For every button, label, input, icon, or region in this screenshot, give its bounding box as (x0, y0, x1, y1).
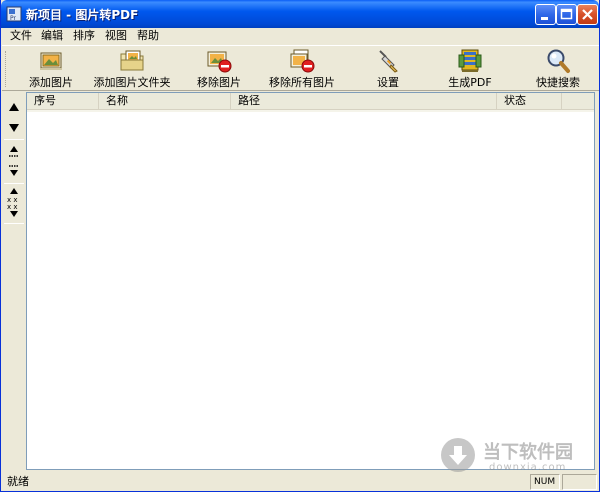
add-image-button[interactable]: 添加图片 (20, 48, 82, 90)
image-list[interactable]: 序号 名称 路径 状态 (26, 92, 595, 470)
menu-bar: 文件 编辑 排序 视图 帮助 (2, 28, 599, 45)
remove-all-label: 移除所有图片 (269, 76, 335, 89)
add-folder-button[interactable]: 添加图片文件夹 (88, 48, 176, 90)
title-bar[interactable]: Pr 新项目 - 图片转PDF (1, 0, 599, 28)
menu-help[interactable]: 帮助 (135, 29, 161, 43)
column-status[interactable]: 状态 (497, 93, 562, 109)
toolbar-grip[interactable] (5, 51, 8, 87)
generate-pdf-button[interactable]: 生成PDF (442, 48, 498, 90)
svg-text:x x: x x (7, 203, 18, 211)
remove-all-icon (290, 49, 315, 73)
move-down-icon[interactable] (4, 117, 24, 137)
side-separator (4, 139, 24, 140)
minimize-button[interactable] (535, 4, 556, 25)
menu-sort[interactable]: 排序 (71, 29, 97, 43)
watermark-title: 当下软件园 (483, 442, 573, 463)
settings-button[interactable]: 设置 (364, 48, 412, 90)
status-text: 就绪 (7, 475, 29, 488)
status-pane-empty (562, 474, 597, 490)
remove-image-label: 移除图片 (197, 76, 241, 89)
side-separator (4, 223, 24, 224)
menu-edit[interactable]: 编辑 (39, 29, 65, 43)
minimize-icon (541, 17, 548, 20)
maximize-button[interactable] (556, 4, 577, 25)
remove-image-icon (207, 51, 232, 73)
side-separator (4, 183, 24, 184)
move-bottom-icon[interactable] (4, 160, 24, 180)
watermark-logo (441, 438, 475, 472)
remove-all-button[interactable]: 移除所有图片 (264, 48, 340, 90)
sort-icon[interactable]: x x x x (4, 186, 24, 220)
maximize-icon (560, 8, 573, 20)
menu-view[interactable]: 视图 (103, 29, 129, 43)
window-title: 新项目 - 图片转PDF (26, 8, 139, 22)
add-folder-label: 添加图片文件夹 (93, 76, 171, 89)
download-icon (449, 446, 467, 465)
move-up-icon[interactable] (4, 98, 24, 118)
remove-image-button[interactable]: 移除图片 (188, 48, 250, 90)
side-toolbar: x x x x (2, 92, 26, 470)
add-image-icon (40, 52, 62, 70)
column-index[interactable]: 序号 (27, 93, 99, 109)
generate-pdf-icon (458, 49, 482, 72)
list-header: 序号 名称 路径 状态 (27, 93, 594, 112)
app-window: Pr 新项目 - 图片转PDF 文件 编辑 排序 视图 帮助 添加图片 添加图片… (0, 0, 600, 492)
search-icon (547, 49, 570, 73)
close-icon (582, 9, 593, 20)
column-path[interactable]: 路径 (231, 93, 497, 109)
watermark: 当下软件园 downxia.com (441, 436, 591, 476)
settings-label: 设置 (377, 76, 399, 89)
svg-text:Pr: Pr (10, 15, 17, 22)
watermark-subtitle: downxia.com (489, 462, 567, 473)
main-toolbar: 添加图片 添加图片文件夹 移除图片 移除所有图片 设置 生成PDF 快捷搜索 (2, 45, 599, 91)
close-button[interactable] (577, 4, 598, 25)
app-icon: Pr (6, 6, 22, 22)
num-lock-indicator: NUM (530, 474, 560, 490)
settings-icon (379, 50, 398, 73)
generate-pdf-label: 生成PDF (448, 76, 492, 89)
menu-file[interactable]: 文件 (8, 29, 34, 43)
quick-search-button[interactable]: 快捷搜索 (528, 48, 588, 90)
quick-search-label: 快捷搜索 (536, 76, 580, 89)
move-top-icon[interactable] (4, 142, 24, 162)
add-folder-icon (120, 50, 144, 71)
column-name[interactable]: 名称 (99, 93, 231, 109)
add-image-label: 添加图片 (29, 76, 73, 89)
